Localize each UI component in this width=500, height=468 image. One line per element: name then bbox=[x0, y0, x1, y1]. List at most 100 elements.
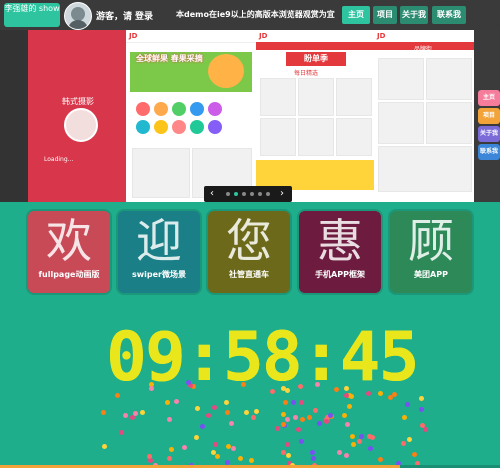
confetti-dot bbox=[284, 442, 290, 448]
side-nav-home[interactable]: 主页 bbox=[478, 90, 500, 106]
nav-about[interactable]: 关于我 bbox=[400, 6, 428, 24]
confetti-dot bbox=[315, 382, 321, 388]
confetti-dot bbox=[212, 442, 218, 448]
confetti-dot bbox=[377, 456, 383, 462]
slide-wedding-app[interactable]: 韩式摄影 Loading... bbox=[28, 30, 126, 202]
confetti-dot bbox=[139, 409, 145, 415]
nav-contact[interactable]: 联系我 bbox=[432, 6, 466, 24]
confetti-dot bbox=[174, 398, 180, 404]
browser-notice: 本demo在ie9以上的高版本浏览器观赏为宜 bbox=[176, 10, 335, 19]
confetti-dot bbox=[419, 407, 425, 413]
tile-swiper[interactable]: 迎 swiper微场景 bbox=[118, 211, 200, 293]
confetti-dot bbox=[356, 438, 362, 444]
confetti-dot bbox=[286, 453, 292, 459]
confetti-dot bbox=[181, 444, 187, 450]
pagination-dot[interactable] bbox=[226, 192, 230, 196]
tile-caption: 手机APP框架 bbox=[315, 270, 365, 279]
confetti-dot bbox=[251, 415, 257, 421]
confetti-dot bbox=[310, 449, 316, 455]
confetti-dot bbox=[298, 399, 304, 405]
tile-fullpage[interactable]: 欢 fullpage动画版 bbox=[28, 211, 110, 293]
confetti-dot bbox=[419, 395, 425, 401]
confetti-dot bbox=[412, 452, 418, 458]
confetti-dot bbox=[349, 434, 355, 440]
tile-glyph: 顾 bbox=[408, 214, 454, 268]
confetti-dot bbox=[165, 400, 171, 406]
slide-avatar bbox=[64, 108, 98, 142]
jd-logo: JD bbox=[129, 32, 138, 40]
tile-meituan[interactable]: 顾 美团APP bbox=[390, 211, 472, 293]
site-logo[interactable]: 李强雄的 show bbox=[4, 3, 60, 27]
confetti-dot bbox=[348, 394, 354, 400]
pagination-dot[interactable] bbox=[250, 192, 254, 196]
confetti-dot bbox=[193, 435, 199, 441]
confetti-dot bbox=[132, 410, 138, 416]
confetti-dot bbox=[401, 440, 407, 446]
user-avatar[interactable] bbox=[64, 2, 92, 30]
slide-loading: Loading... bbox=[44, 156, 74, 163]
side-nav-contact[interactable]: 联系我 bbox=[478, 144, 500, 160]
nav-projects[interactable]: 项目 bbox=[373, 6, 397, 24]
confetti-dot bbox=[223, 399, 229, 405]
side-nav-projects[interactable]: 项目 bbox=[478, 108, 500, 124]
slide-banner-text: 全球鲜果 春果采摘 bbox=[136, 54, 203, 63]
confetti-dot bbox=[342, 412, 348, 418]
product-card bbox=[336, 78, 372, 116]
confetti-dot bbox=[229, 421, 235, 427]
pagination-dot[interactable] bbox=[266, 192, 270, 196]
confetti-dot bbox=[231, 445, 237, 451]
product-card bbox=[260, 78, 296, 116]
confetti-dot bbox=[115, 392, 121, 398]
jd-logo: JD bbox=[377, 32, 386, 40]
slide-jd-brands[interactable]: JD 品牌街 bbox=[374, 30, 474, 202]
pagination-dot-active[interactable] bbox=[234, 192, 238, 196]
confetti-dot bbox=[290, 399, 296, 405]
confetti-dot bbox=[275, 426, 280, 432]
side-nav-about[interactable]: 关于我 bbox=[478, 126, 500, 142]
slider-controls: ‹ › bbox=[204, 186, 292, 202]
login-link[interactable]: 登录 bbox=[135, 12, 153, 22]
confetti-dot bbox=[284, 416, 290, 422]
confetti-dot bbox=[169, 446, 175, 452]
confetti-dot bbox=[281, 450, 287, 456]
confetti-dot bbox=[368, 445, 374, 451]
tile-mobile-app[interactable]: 惠 手机APP框架 bbox=[299, 211, 381, 293]
slide-jd-deals[interactable]: JD 盼单季 每日精选 bbox=[256, 30, 374, 202]
confetti-dot bbox=[283, 399, 289, 405]
confetti-dot bbox=[344, 453, 350, 459]
tile-caption: fullpage动画版 bbox=[38, 270, 100, 279]
confetti-dot bbox=[200, 424, 206, 430]
confetti-dot bbox=[347, 403, 353, 409]
nav-home[interactable]: 主页 bbox=[342, 6, 370, 24]
prev-arrow-icon[interactable]: ‹ bbox=[210, 186, 214, 202]
product-card bbox=[336, 118, 372, 156]
product-card bbox=[426, 58, 472, 100]
confetti-dot bbox=[249, 458, 255, 464]
confetti-dot bbox=[146, 454, 152, 459]
confetti-dot bbox=[298, 439, 304, 445]
confetti-dot bbox=[404, 402, 410, 408]
confetti-dot bbox=[296, 427, 302, 433]
pagination-dot[interactable] bbox=[242, 192, 246, 196]
confetti-dot bbox=[167, 417, 173, 423]
confetti-dot bbox=[351, 441, 357, 447]
confetti-dot bbox=[100, 410, 106, 416]
confetti-dot bbox=[324, 419, 330, 425]
confetti-dot bbox=[238, 456, 244, 462]
next-arrow-icon[interactable]: › bbox=[280, 186, 284, 202]
confetti-dot bbox=[281, 411, 287, 417]
confetti-dot bbox=[122, 412, 128, 418]
confetti-dot bbox=[253, 409, 259, 415]
pagination-dot[interactable] bbox=[258, 192, 262, 196]
slide-jd-fruit[interactable]: JD 全球鲜果 春果采摘 bbox=[126, 30, 256, 202]
confetti-dot bbox=[359, 433, 365, 439]
project-slider[interactable]: 韩式摄影 Loading... JD 全球鲜果 春果采摘 JD 盼单季 每日精选… bbox=[0, 30, 500, 202]
logo-text: 李强雄的 show bbox=[4, 4, 60, 13]
greeting-text: 游客，请 bbox=[96, 12, 133, 22]
tile-glyph: 迎 bbox=[136, 214, 182, 268]
tile-community[interactable]: 您 社管直通车 bbox=[208, 211, 290, 293]
jd-logo: JD bbox=[259, 32, 268, 40]
product-card bbox=[132, 148, 190, 198]
greeting: 游客，请 登录 bbox=[96, 9, 153, 22]
confetti-dot bbox=[423, 426, 429, 432]
